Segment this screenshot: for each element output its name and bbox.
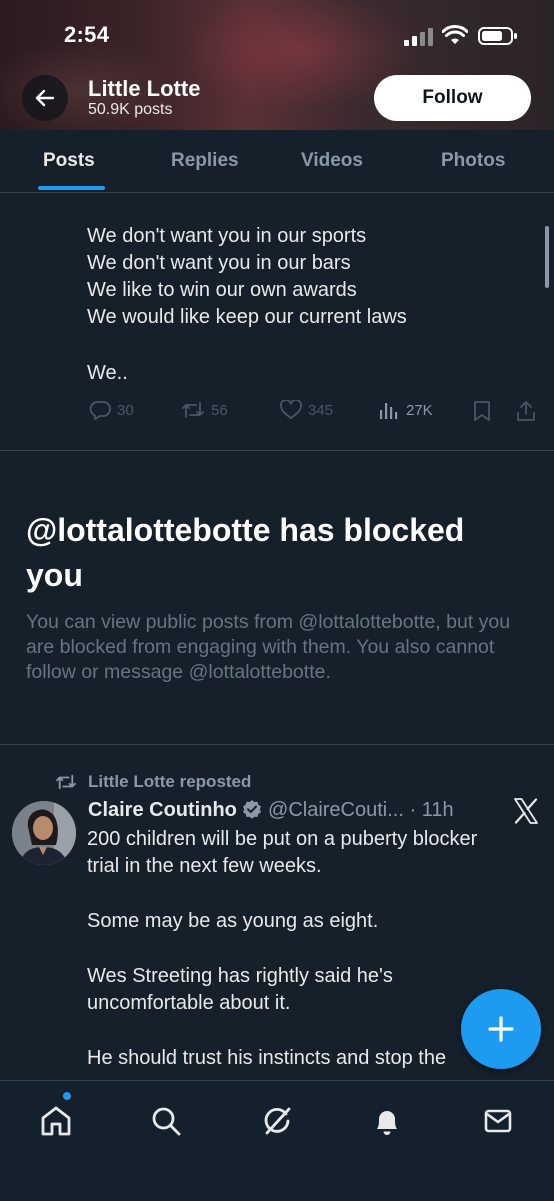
blocked-notice-description: You can view public posts from @lottalot… (26, 611, 511, 683)
bookmark-button[interactable] (472, 400, 492, 422)
reply-icon (89, 401, 111, 420)
like-count: 345 (308, 401, 334, 419)
messages-icon (484, 1109, 512, 1133)
nav-notifications[interactable] (369, 1103, 405, 1139)
wifi-icon (441, 25, 469, 50)
profile-post-count: 50.9K posts (88, 101, 173, 118)
tab-photos[interactable]: Photos (441, 150, 505, 172)
bookmark-icon (474, 401, 490, 421)
nav-home[interactable] (38, 1103, 74, 1139)
status-bar-time: 2:54 (64, 22, 110, 47)
nav-search[interactable] (148, 1103, 184, 1139)
tab-videos[interactable]: Videos (301, 150, 363, 172)
avatar[interactable] (12, 801, 76, 865)
share-icon (517, 401, 535, 421)
tweet-text-line: Some may be as young as eight. (87, 910, 379, 932)
views-icon (380, 403, 398, 419)
share-button[interactable] (515, 400, 537, 422)
post-text-line: We like to win our own awards (87, 279, 357, 301)
tab-posts[interactable]: Posts (43, 150, 95, 172)
like-button[interactable]: 345 (280, 400, 333, 420)
notifications-icon (377, 1111, 397, 1135)
home-icon (41, 1106, 71, 1136)
repost-icon (182, 402, 204, 418)
tweet-author-line: Claire Coutinho @ClaireCouti... · 11h (88, 799, 454, 822)
signal-icon (404, 28, 434, 51)
repost-label[interactable]: Little Lotte reposted (88, 772, 251, 792)
profile-name: Little Lotte (88, 76, 201, 101)
post-text-line: We don't want you in our bars (87, 252, 351, 274)
views-count: 27K (406, 401, 433, 419)
post-text-line: We.. (87, 362, 128, 384)
repost-button[interactable]: 56 (181, 400, 228, 420)
bottom-navigation (0, 1080, 554, 1201)
divider (0, 450, 554, 451)
tweet-author-name[interactable]: Claire Coutinho (88, 799, 237, 821)
tab-replies[interactable]: Replies (171, 150, 239, 172)
search-icon (152, 1107, 181, 1136)
active-tab-indicator (38, 186, 105, 190)
repost-count: 56 (211, 401, 228, 419)
tweet-timestamp[interactable]: · 11h (409, 799, 453, 821)
divider (0, 744, 554, 745)
profile-tabs: Posts Replies Videos Photos (0, 130, 554, 193)
tweet-author-handle[interactable]: @ClaireCouti... (268, 799, 404, 821)
home-notification-dot (63, 1092, 71, 1100)
post-text-line: We would like keep our current laws (87, 306, 407, 328)
nav-grok[interactable] (259, 1103, 295, 1139)
scrollbar[interactable] (545, 226, 549, 288)
tweet-text-line: uncomfortable about it. (87, 992, 291, 1014)
reply-button[interactable]: 30 (89, 400, 134, 420)
repost-indicator-icon (55, 773, 77, 796)
tweet-text-line: He should trust his instincts and stop t… (87, 1047, 447, 1069)
reply-count: 30 (117, 401, 134, 419)
follow-button[interactable]: Follow (374, 75, 531, 121)
tweet-text-line: 200 children will be put on a puberty bl… (87, 828, 478, 850)
verified-badge-icon (243, 800, 262, 819)
blocked-notice-title: @lottalottebotte has blocked you (26, 512, 465, 593)
tweet-text-line: Wes Streeting has rightly said he's (87, 965, 393, 987)
compose-button[interactable] (461, 989, 541, 1069)
like-icon (280, 400, 302, 419)
battery-icon (478, 26, 518, 51)
nav-messages[interactable] (480, 1103, 516, 1139)
grok-icon (264, 1107, 291, 1135)
post-text-line: We don't want you in our sports (87, 225, 367, 247)
tweet-text-line: trial in the next few weeks. (87, 855, 322, 877)
compose-plus-icon (488, 1016, 514, 1042)
back-arrow-icon (35, 89, 55, 107)
x-logo-icon (513, 798, 539, 829)
views-button[interactable]: 27K (378, 400, 433, 420)
back-button[interactable] (22, 75, 68, 121)
